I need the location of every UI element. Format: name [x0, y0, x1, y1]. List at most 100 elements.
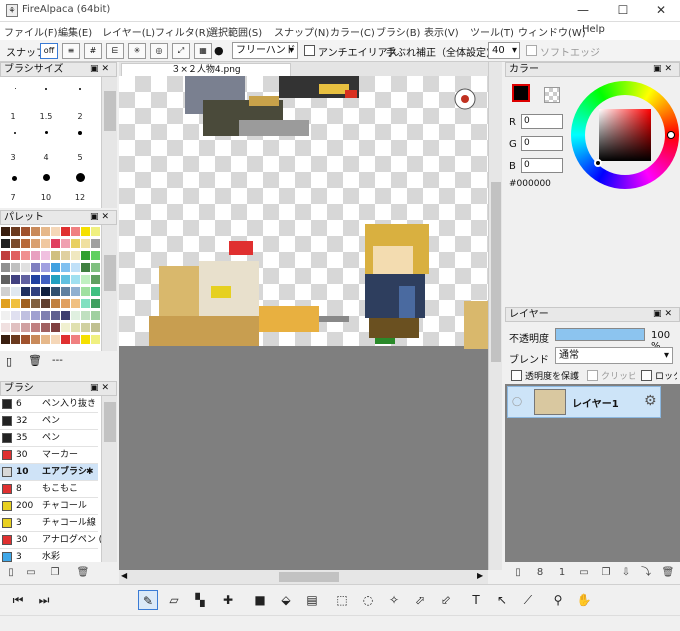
- brush-item[interactable]: 35 ペン: [0, 430, 98, 447]
- panel-float-close-icons[interactable]: ▣✕: [90, 211, 112, 224]
- palette-swatch[interactable]: [71, 263, 80, 272]
- palette-swatch[interactable]: [71, 251, 80, 260]
- palette-swatch[interactable]: [51, 263, 60, 272]
- menu-color[interactable]: カラー(C): [330, 24, 375, 39]
- palette-swatch[interactable]: [61, 227, 70, 236]
- trash-icon[interactable]: 🗑: [661, 566, 675, 580]
- brush-list-scrollbar[interactable]: [101, 396, 117, 562]
- palette-swatch[interactable]: [41, 335, 50, 344]
- size-12[interactable]: 12: [70, 193, 90, 202]
- r-input[interactable]: 0: [521, 114, 563, 129]
- palette-swatch[interactable]: [21, 287, 30, 296]
- size-7[interactable]: 7: [3, 193, 23, 202]
- protect-alpha-checkbox[interactable]: [511, 370, 522, 381]
- text-tool-icon[interactable]: T: [466, 590, 486, 610]
- palette-swatch[interactable]: [51, 227, 60, 236]
- palette-swatch[interactable]: [51, 299, 60, 308]
- size-1[interactable]: 1: [3, 112, 23, 121]
- palette-swatch[interactable]: [51, 239, 60, 248]
- panel-float-close-icons[interactable]: ▣✕: [653, 63, 675, 76]
- snap-off-button[interactable]: off: [40, 43, 58, 59]
- new-palette-icon[interactable]: ▯: [6, 355, 12, 368]
- brush-item[interactable]: 8 もこもこ: [0, 481, 98, 498]
- palette-swatch[interactable]: [11, 275, 20, 284]
- palette-swatch[interactable]: [81, 335, 90, 344]
- menu-layer[interactable]: レイヤー(L): [102, 24, 155, 39]
- snap-grid-icon[interactable]: #: [84, 43, 102, 59]
- palette-swatch[interactable]: [21, 275, 30, 284]
- brush-item-selected[interactable]: 10 エアブラシ ✱: [0, 464, 98, 481]
- palette-swatch[interactable]: [1, 251, 10, 260]
- palette-swatch[interactable]: [1, 335, 10, 344]
- gear-icon[interactable]: ⚙: [644, 393, 657, 409]
- snap-perspective-icon[interactable]: ⋿: [106, 43, 124, 59]
- palette-swatch[interactable]: [31, 323, 40, 332]
- menu-edit[interactable]: 編集(E): [58, 24, 92, 39]
- layer-row[interactable]: ◯ レイヤー1 ⚙: [507, 386, 661, 418]
- palette-swatch[interactable]: [91, 227, 100, 236]
- palette-swatch[interactable]: [61, 275, 70, 284]
- transfer-icon[interactable]: ⤵: [639, 566, 653, 580]
- palette-swatch[interactable]: [11, 251, 20, 260]
- soft-edge-checkbox[interactable]: [526, 45, 537, 56]
- lock-checkbox[interactable]: [641, 370, 652, 381]
- snap-circle-icon[interactable]: ◎: [150, 43, 168, 59]
- brush-item[interactable]: 30 マーカー: [0, 447, 98, 464]
- palette-swatch[interactable]: [41, 263, 50, 272]
- palette-swatch[interactable]: [41, 311, 50, 320]
- palette-swatch[interactable]: [21, 299, 30, 308]
- palette-swatch[interactable]: [1, 311, 10, 320]
- size-3[interactable]: 3: [3, 153, 23, 162]
- palette-swatch[interactable]: [41, 227, 50, 236]
- palette-swatch[interactable]: [21, 227, 30, 236]
- folder-icon[interactable]: ▭: [577, 566, 591, 580]
- b-input[interactable]: 0: [521, 158, 563, 173]
- size-10[interactable]: 10: [36, 193, 56, 202]
- saturation-value-square[interactable]: [599, 109, 651, 161]
- panel-float-close-icons[interactable]: ▣✕: [653, 308, 675, 321]
- brush-item[interactable]: 200 チャコール: [0, 498, 98, 515]
- canvas-tab[interactable]: ３×２人物4.png: [121, 63, 291, 76]
- palette-swatch[interactable]: [61, 263, 70, 272]
- palette-swatch[interactable]: [11, 287, 20, 296]
- hand-tool-icon[interactable]: ✋: [574, 590, 594, 610]
- palette-swatch[interactable]: [91, 323, 100, 332]
- palette-swatch[interactable]: [81, 227, 90, 236]
- palette-swatch[interactable]: [21, 311, 30, 320]
- brush-tool-icon[interactable]: ✎: [138, 590, 158, 610]
- snap-radial-icon[interactable]: ✳: [128, 43, 146, 59]
- brush-size-scrollbar[interactable]: [101, 77, 117, 208]
- palette-swatch[interactable]: [31, 311, 40, 320]
- palette-swatch[interactable]: [41, 299, 50, 308]
- stabilizer-select[interactable]: 40 ▾: [488, 42, 520, 59]
- palette-swatch[interactable]: [51, 275, 60, 284]
- palette-swatch[interactable]: [21, 263, 30, 272]
- palette-swatch[interactable]: [31, 287, 40, 296]
- rect-select-icon[interactable]: ⬚: [332, 590, 352, 610]
- merge-down-icon[interactable]: ⇩: [619, 566, 633, 580]
- palette-swatch[interactable]: [1, 275, 10, 284]
- palette-swatch[interactable]: [71, 335, 80, 344]
- brush-item[interactable]: 32 ペン: [0, 413, 98, 430]
- palette-swatch[interactable]: [81, 275, 90, 284]
- new-brush-icon[interactable]: ▯: [4, 566, 18, 580]
- canvas[interactable]: [119, 76, 488, 570]
- palette-swatch[interactable]: [61, 299, 70, 308]
- palette-swatch[interactable]: [71, 275, 80, 284]
- palette-swatch[interactable]: [11, 299, 20, 308]
- palette-swatch[interactable]: [91, 311, 100, 320]
- menu-selection[interactable]: 選択範囲(S): [208, 24, 262, 39]
- palette-swatch[interactable]: [91, 287, 100, 296]
- antialias-checkbox[interactable]: [304, 45, 315, 56]
- palette-swatch[interactable]: [1, 227, 10, 236]
- menu-help[interactable]: Help: [582, 24, 605, 35]
- palette-swatch[interactable]: [21, 323, 30, 332]
- palette-swatch[interactable]: [91, 251, 100, 260]
- palette-swatch[interactable]: [81, 287, 90, 296]
- palette-swatch[interactable]: [1, 239, 10, 248]
- palette-swatch[interactable]: [71, 311, 80, 320]
- clipping-checkbox[interactable]: [587, 370, 598, 381]
- panel-float-close-icons[interactable]: ▣✕: [90, 382, 112, 395]
- brush-item[interactable]: 30 アナログペン (: [0, 532, 102, 549]
- palette-swatch[interactable]: [21, 251, 30, 260]
